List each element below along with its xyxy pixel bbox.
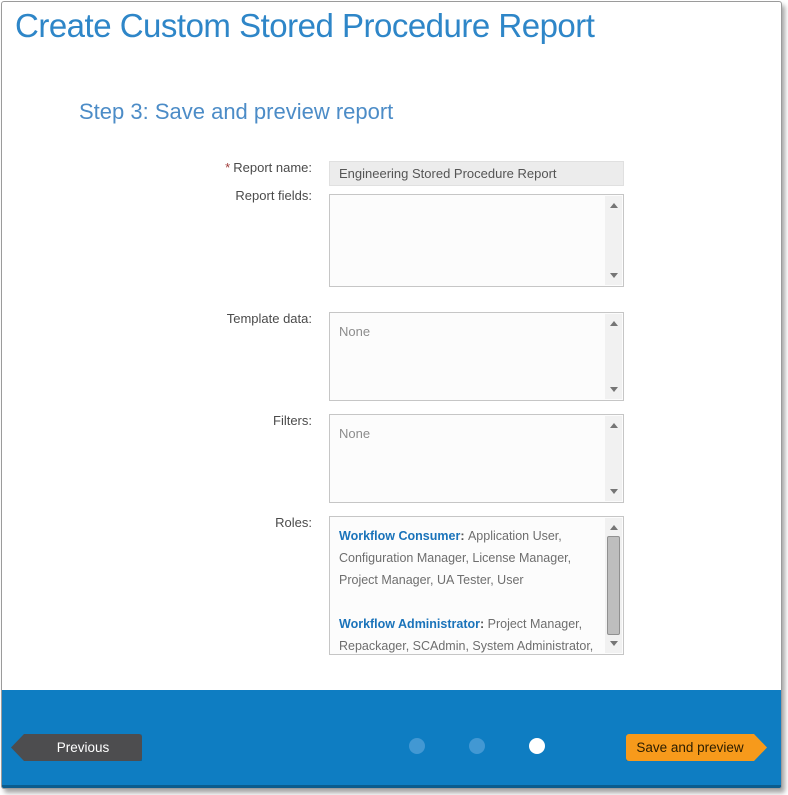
save-and-preview-button[interactable]: Save and preview xyxy=(626,734,767,761)
scroll-down-icon[interactable] xyxy=(610,273,618,278)
scroll-up-icon[interactable] xyxy=(610,321,618,326)
previous-button[interactable]: Previous xyxy=(11,734,142,761)
template-data-scrollbar[interactable] xyxy=(605,314,622,399)
wizard-window: Create Custom Stored Procedure Report St… xyxy=(1,1,782,789)
step-heading: Step 3: Save and preview report xyxy=(79,99,393,125)
filters-listbox[interactable]: None xyxy=(329,414,624,503)
scroll-up-icon[interactable] xyxy=(610,203,618,208)
roles-listbox[interactable]: Workflow Consumer: Application User, Con… xyxy=(329,516,624,655)
filters-scrollbar[interactable] xyxy=(605,416,622,501)
report-name-label: *Report name: xyxy=(2,160,312,175)
role-name: Workflow Consumer xyxy=(339,529,460,543)
template-data-label: Template data: xyxy=(2,311,312,326)
roles-scrollbar[interactable] xyxy=(605,518,622,653)
report-fields-label: Report fields: xyxy=(2,188,312,203)
report-name-label-text: Report name: xyxy=(233,160,312,175)
roles-label: Roles: xyxy=(2,515,312,530)
report-name-input[interactable] xyxy=(329,161,624,186)
filters-label: Filters: xyxy=(2,413,312,428)
scroll-up-icon[interactable] xyxy=(610,525,618,530)
page-title: Create Custom Stored Procedure Report xyxy=(15,7,594,45)
filters-content: None xyxy=(330,415,623,444)
step-dot-3 xyxy=(529,738,545,754)
template-data-content: None xyxy=(330,313,623,342)
report-fields-listbox[interactable] xyxy=(329,194,624,287)
role-separator: : xyxy=(460,529,468,543)
template-data-listbox[interactable]: None xyxy=(329,312,624,401)
role-entry: Workflow Consumer: Application User, Con… xyxy=(339,525,601,591)
scrollbar-thumb[interactable] xyxy=(607,536,620,635)
scroll-down-icon[interactable] xyxy=(610,641,618,646)
report-fields-content xyxy=(330,195,623,204)
step-dot-1 xyxy=(409,738,425,754)
report-fields-scrollbar[interactable] xyxy=(605,196,622,285)
wizard-footer: Previous Save and preview xyxy=(2,690,781,788)
roles-content: Workflow Consumer: Application User, Con… xyxy=(330,517,623,655)
scroll-down-icon[interactable] xyxy=(610,489,618,494)
scroll-down-icon[interactable] xyxy=(610,387,618,392)
step-dot-2 xyxy=(469,738,485,754)
role-entry: Workflow Administrator: Project Manager,… xyxy=(339,613,601,655)
scroll-up-icon[interactable] xyxy=(610,423,618,428)
role-name: Workflow Administrator xyxy=(339,617,480,631)
role-separator: : xyxy=(480,617,488,631)
required-marker: * xyxy=(225,160,230,175)
